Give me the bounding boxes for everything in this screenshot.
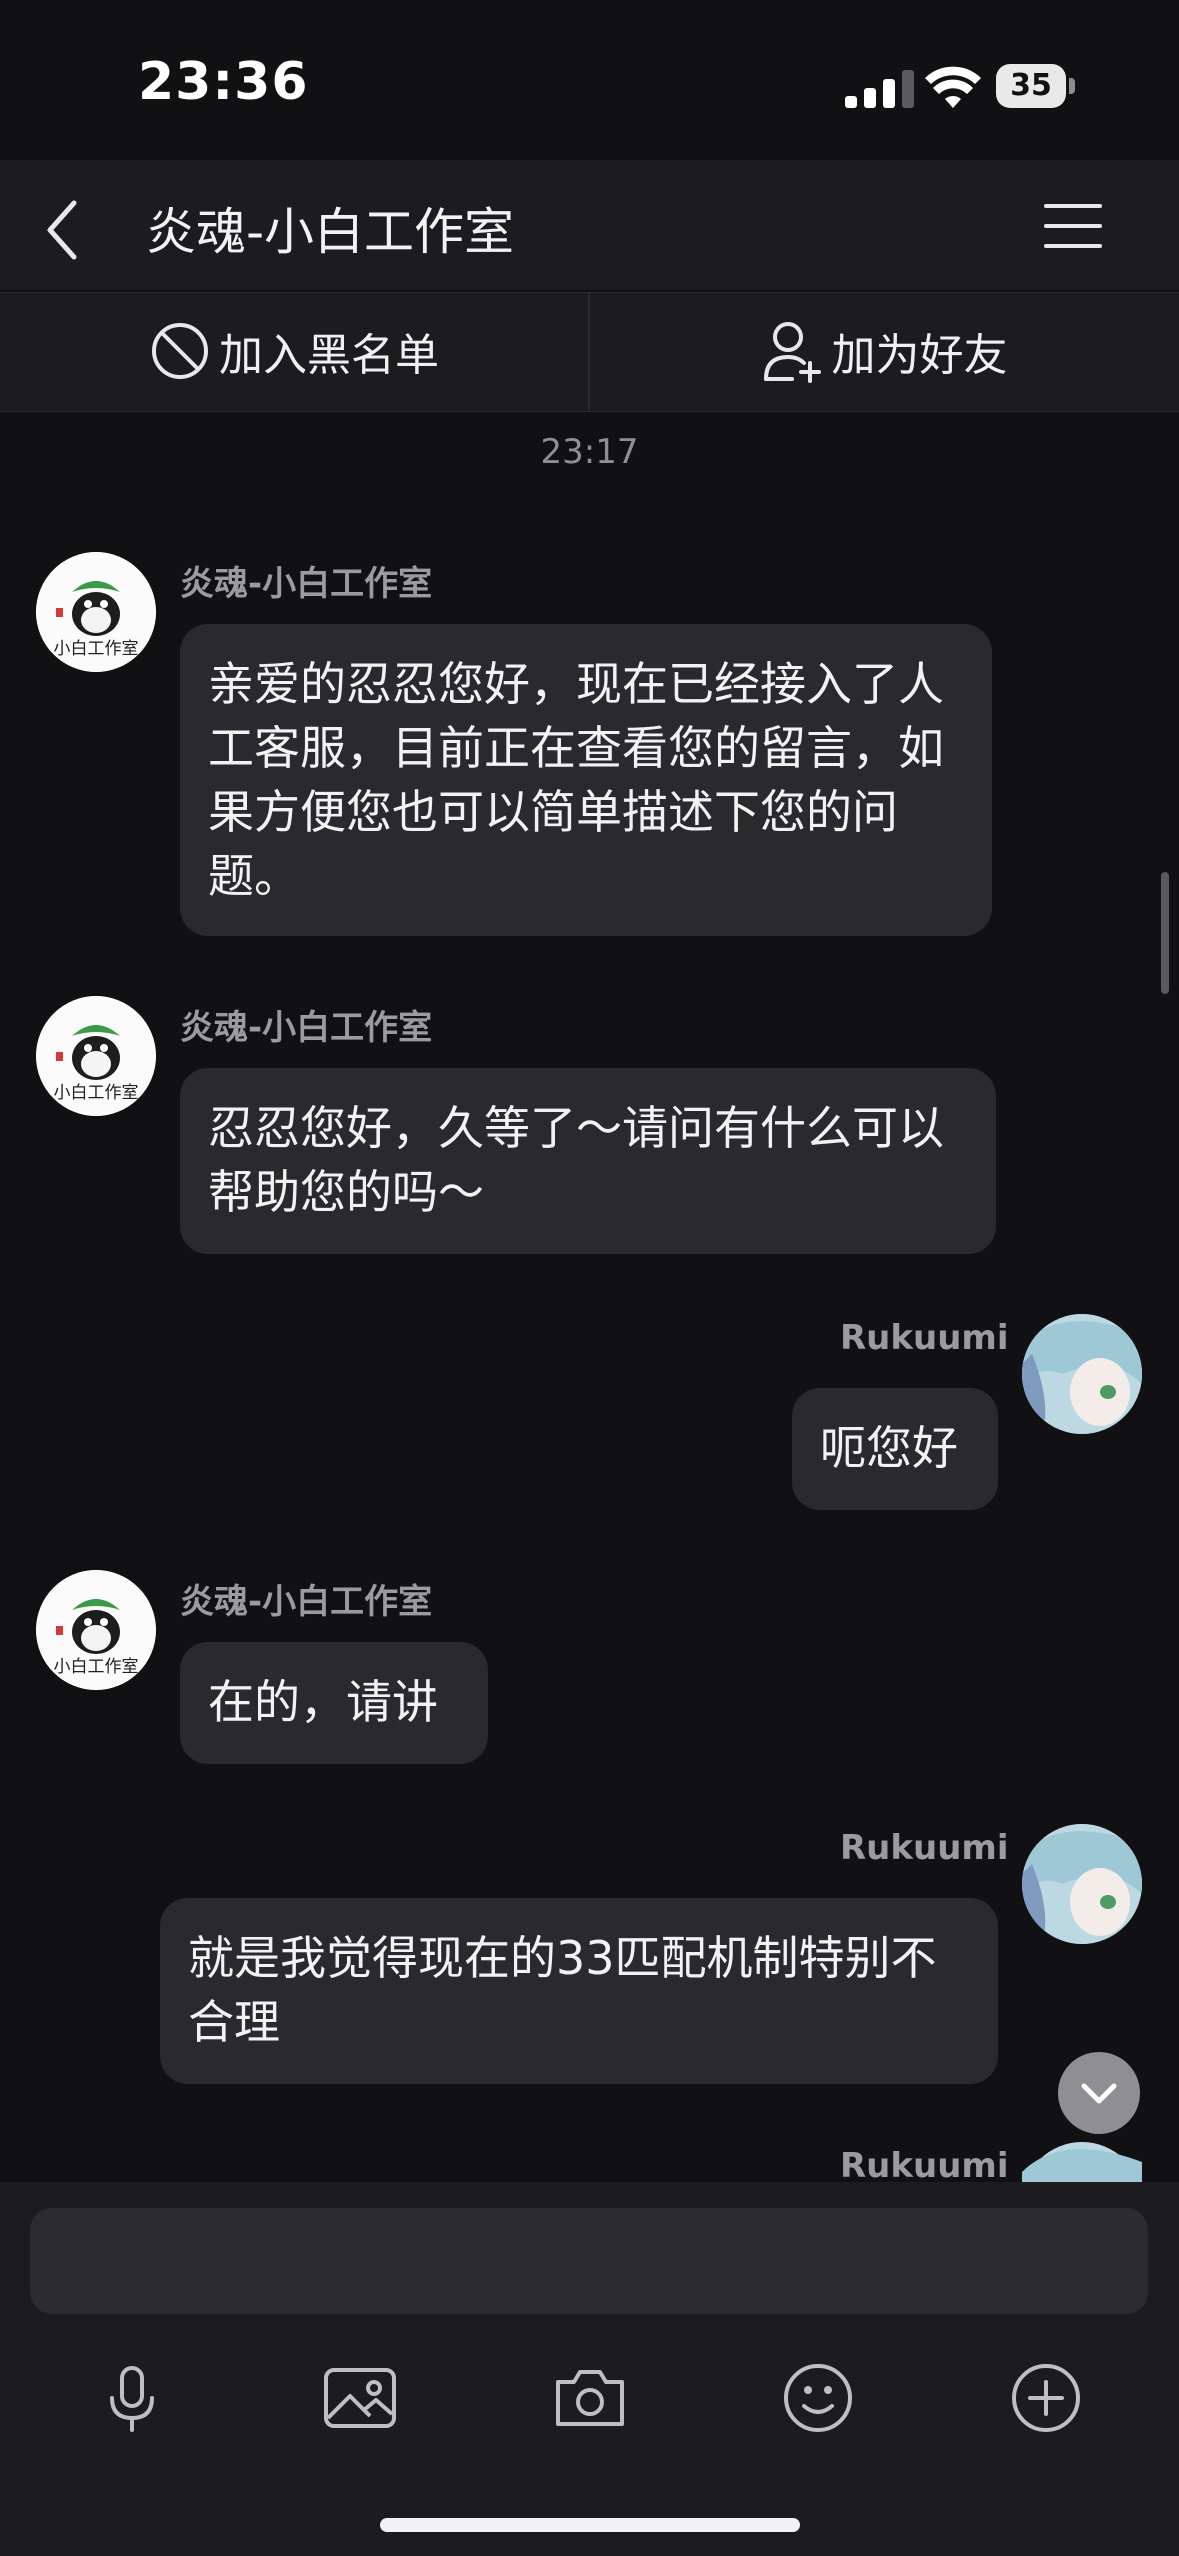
scroll-to-bottom-button[interactable] [1058, 2052, 1140, 2134]
emoji-icon[interactable] [778, 2358, 858, 2438]
sender-name: 炎魂-小白工作室 [180, 1582, 433, 1622]
user-avatar[interactable] [1022, 1314, 1142, 1434]
status-time: 23:36 [138, 52, 309, 112]
studio-avatar[interactable]: 小白工作室 [36, 996, 156, 1116]
studio-avatar-text: 小白工作室 [53, 1657, 139, 1677]
microphone-icon[interactable] [92, 2358, 172, 2438]
chat-title: 炎魂-小白工作室 [146, 203, 515, 261]
battery-level: 35 [996, 64, 1066, 108]
add-friend-label: 加为好友 [831, 330, 1008, 381]
sender-name: Rukuumi [840, 2146, 1009, 2186]
add-friend-button[interactable]: 加为好友 [590, 292, 1179, 410]
add-user-icon [763, 322, 821, 383]
image-icon[interactable] [320, 2358, 400, 2438]
home-indicator[interactable] [380, 2518, 800, 2532]
user-avatar[interactable] [1022, 2142, 1142, 2182]
battery-icon: 35 [996, 64, 1076, 108]
studio-avatar-text: 小白工作室 [53, 639, 139, 659]
user-avatar[interactable] [1022, 1824, 1142, 1944]
message-bubble[interactable]: 呃您好 [792, 1388, 998, 1510]
back-chevron-icon[interactable] [40, 195, 90, 265]
sender-name: Rukuumi [840, 1828, 1009, 1868]
chevron-down-icon [1081, 2083, 1117, 2104]
scroll-indicator[interactable] [1161, 872, 1169, 994]
sender-name: 炎魂-小白工作室 [180, 564, 433, 604]
sender-name: 炎魂-小白工作室 [180, 1008, 433, 1048]
message-bubble[interactable]: 就是我觉得现在的33匹配机制特别不合理 [160, 1898, 998, 2084]
user-avatar-art [1022, 1824, 1142, 1944]
plus-icon[interactable] [1006, 2358, 1086, 2438]
studio-avatar[interactable]: 小白工作室 [36, 552, 156, 672]
camera-icon[interactable] [550, 2358, 630, 2438]
sender-name: Rukuumi [840, 1318, 1009, 1358]
cellular-signal-icon [845, 70, 914, 108]
user-avatar-art [1022, 2142, 1142, 2182]
message-bubble[interactable]: 忍忍您好，久等了～请问有什么可以帮助您的吗～ [180, 1068, 996, 1254]
studio-avatar[interactable]: 小白工作室 [36, 1570, 156, 1690]
menu-icon[interactable] [1044, 202, 1102, 250]
wifi-icon [925, 66, 981, 108]
block-icon [152, 323, 208, 379]
message-bubble[interactable]: 在的，请讲 [180, 1642, 488, 1764]
blacklist-button[interactable]: 加入黑名单 [0, 292, 588, 410]
message-bubble[interactable]: 亲爱的忍忍您好，现在已经接入了人工客服，目前正在查看您的留言，如果方便您也可以简… [180, 624, 992, 936]
chat-timestamp: 23:17 [540, 432, 639, 472]
message-input[interactable] [30, 2208, 1148, 2314]
studio-avatar-text: 小白工作室 [53, 1083, 139, 1103]
user-avatar-art [1022, 1314, 1142, 1434]
blacklist-label: 加入黑名单 [219, 330, 439, 381]
